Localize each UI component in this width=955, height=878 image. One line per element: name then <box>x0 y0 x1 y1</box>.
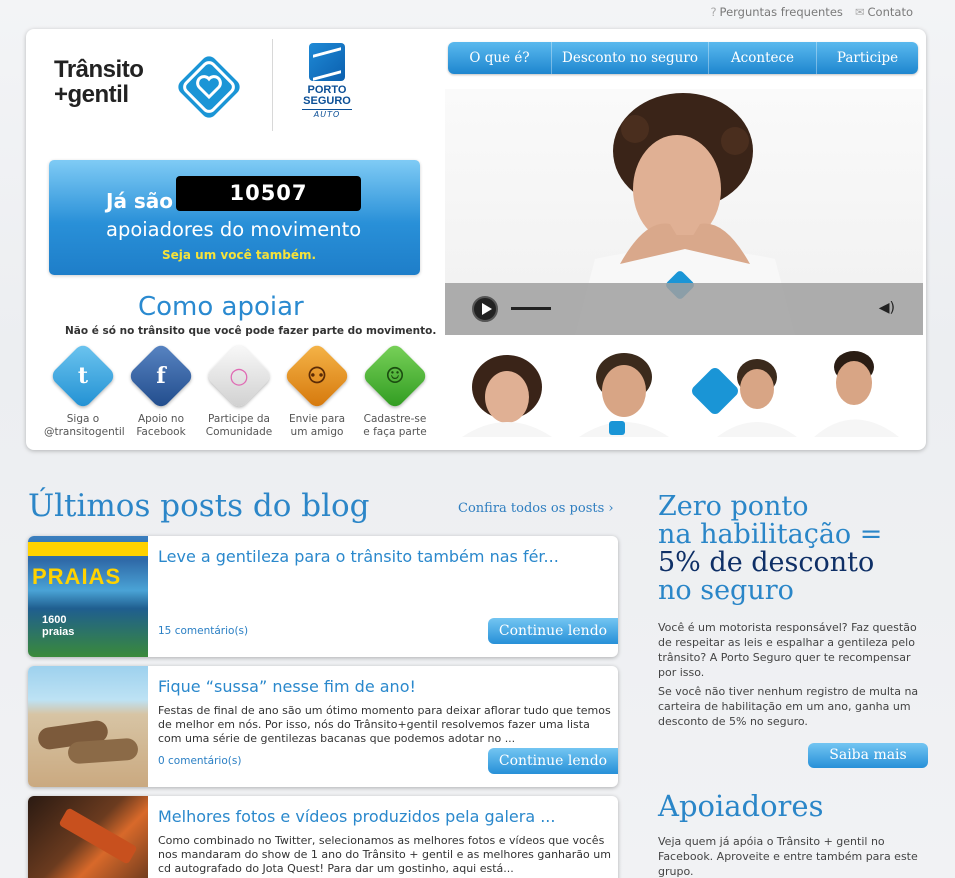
support-icons: t Siga o @transitogentil f Apoio no Facebo… <box>44 342 434 438</box>
video-player[interactable]: ◀) <box>445 89 923 335</box>
video-controls: ◀) <box>445 283 923 335</box>
blog-post[interactable]: PRAIAS 1600 praias Leve a gentileza para … <box>28 536 618 657</box>
thumbnail-4[interactable] <box>804 347 915 437</box>
nav-desconto[interactable]: Desconto no seguro <box>552 42 709 74</box>
insurance-text-2: Se você não tiver nenhum registro de mul… <box>658 685 919 728</box>
apoiadores-text: Veja quem já apóia o Trânsito + gentil n… <box>658 835 918 878</box>
post-title[interactable]: Fique “sussa” nesse fim de ano! <box>158 677 416 696</box>
post-thumbnail[interactable] <box>28 796 148 878</box>
thumbnail-2[interactable] <box>569 347 680 437</box>
friends-icon: ⚇ <box>283 342 351 410</box>
supporter-counter[interactable]: Já são 10507 apoiadores do movimento Sej… <box>49 160 420 275</box>
apoiadores-title: Apoiadores <box>658 789 824 823</box>
blog-post[interactable]: Fique “sussa” nesse fim de ano! Festas d… <box>28 666 618 787</box>
insurance-text-1: Você é um motorista responsável? Faz que… <box>658 621 917 679</box>
signup-icon: ☺ <box>361 342 429 410</box>
support-facebook[interactable]: f Apoio no Facebook <box>122 342 200 438</box>
volume-icon[interactable]: ◀) <box>879 300 895 316</box>
saiba-mais-button[interactable]: Saiba mais <box>808 743 928 768</box>
insurance-headline: Zero ponto na habilitação = 5% de descon… <box>658 491 883 606</box>
support-friend[interactable]: ⚇ Envie para um amigo <box>278 342 356 438</box>
play-icon[interactable] <box>472 296 498 322</box>
support-twitter[interactable]: t Siga o @transitogentil <box>44 342 125 438</box>
post-title[interactable]: Leve a gentileza para o trânsito também … <box>158 547 559 566</box>
nav-o-que-e[interactable]: O que é? <box>448 42 552 74</box>
logo-divider <box>272 39 273 131</box>
post-thumbnail[interactable] <box>28 666 148 787</box>
support-signup[interactable]: ☺ Cadastre-se e faça parte <box>356 342 434 438</box>
heart-logo-icon <box>178 56 240 118</box>
post-comments[interactable]: 0 comentário(s) <box>158 755 241 767</box>
thumbnail-1[interactable] <box>452 347 563 437</box>
como-apoiar-subtitle: Não é só no trânsito que você pode fazer… <box>65 325 437 337</box>
main-nav: O que é? Desconto no seguro Acontece Par… <box>448 42 918 74</box>
video-scrubber[interactable] <box>511 307 551 310</box>
nav-acontece[interactable]: Acontece <box>709 42 817 74</box>
post-comments[interactable]: 15 comentário(s) <box>158 625 248 637</box>
blog-section-title: Últimos posts do blog <box>28 488 370 524</box>
post-excerpt: Festas de final de ano são um ótimo mome… <box>158 704 611 745</box>
nav-participe[interactable]: Participe <box>817 42 918 74</box>
post-thumbnail[interactable]: PRAIAS 1600 praias <box>28 536 148 657</box>
como-apoiar-title: Como apoiar <box>138 292 304 322</box>
support-community[interactable]: ○ Participe da Comunidade <box>200 342 278 438</box>
continue-reading-button[interactable]: Continue lendo <box>488 748 618 774</box>
thumbnail-3[interactable] <box>687 347 798 437</box>
porto-flag-icon <box>309 43 345 81</box>
contact-link[interactable]: ✉ Contato <box>855 5 913 19</box>
all-posts-link[interactable]: Confira todos os posts › <box>458 501 614 516</box>
site-logo[interactable]: Trânsito +gentil <box>54 57 144 107</box>
community-icon: ○ <box>205 342 273 410</box>
faq-link[interactable]: ? Perguntas frequentes <box>710 5 842 19</box>
blog-post[interactable]: Melhores fotos e vídeos produzidos pela … <box>28 796 618 878</box>
porto-seguro-logo[interactable]: PORTO SEGURO AUTO <box>302 43 352 119</box>
video-thumbnails <box>452 347 915 437</box>
question-icon: ? <box>710 5 717 19</box>
counter-number: 10507 <box>176 176 361 211</box>
post-excerpt: Como combinado no Twitter, selecionamos … <box>158 834 611 875</box>
facebook-icon: f <box>127 342 195 410</box>
mail-icon: ✉ <box>854 5 865 19</box>
utility-links: ? Perguntas frequentes ✉ Contato <box>710 5 913 19</box>
twitter-icon: t <box>49 342 117 410</box>
continue-reading-button[interactable]: Continue lendo <box>488 618 618 644</box>
post-title[interactable]: Melhores fotos e vídeos produzidos pela … <box>158 807 555 826</box>
hero-card: Trânsito +gentil PORTO SEGURO AUTO O que … <box>26 29 926 450</box>
